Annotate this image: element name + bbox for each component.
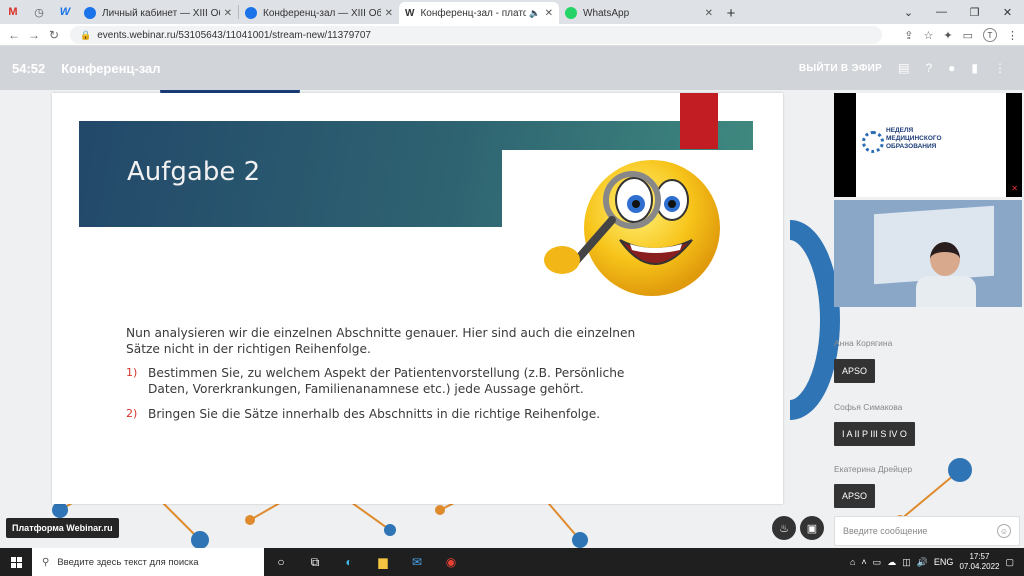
participant-badge: APSO bbox=[834, 359, 876, 383]
cortana-icon[interactable]: ○ bbox=[264, 548, 298, 576]
pinned-tab-gmail[interactable]: M bbox=[0, 0, 26, 24]
profile-avatar[interactable]: T bbox=[983, 28, 997, 42]
mic-muted-icon: ✕ bbox=[1011, 184, 1018, 193]
window-controls: ⌄ — ❐ ✕ bbox=[892, 0, 1024, 24]
more-icon[interactable]: ⋮ bbox=[994, 61, 1006, 75]
tab-search-icon[interactable]: ⌄ bbox=[892, 0, 925, 24]
participant-badge: APSO bbox=[834, 484, 876, 508]
slide-intro: Nun analysieren wir die einzelnen Abschn… bbox=[126, 326, 636, 356]
participant-name: Анна Корягина bbox=[834, 338, 893, 348]
participant-name: Екатерина Дрейцер bbox=[834, 464, 913, 474]
chevron-up-icon[interactable]: ˄ bbox=[861, 557, 866, 567]
flame-icon[interactable]: ♨ bbox=[772, 516, 796, 540]
file-explorer-icon[interactable]: ▆ bbox=[366, 548, 400, 576]
video-tile-speaker[interactable] bbox=[834, 200, 1022, 307]
tab-conference-room-active[interactable]: W Конференц-зал - платформ 🔈 ✕ bbox=[399, 2, 559, 24]
platform-label[interactable]: Платформа Webinar.ru bbox=[6, 518, 119, 538]
screen-share-icon[interactable]: ▣ bbox=[800, 516, 824, 540]
tab-whatsapp[interactable]: WhatsApp ✕ bbox=[559, 2, 719, 24]
question-icon[interactable]: ? bbox=[925, 61, 932, 75]
people-icon[interactable]: ⌂ bbox=[850, 557, 855, 567]
start-button[interactable] bbox=[0, 548, 32, 576]
maximize-button[interactable]: ❐ bbox=[958, 0, 991, 24]
web-icon: W bbox=[59, 6, 71, 18]
chat-icon[interactable]: ▤ bbox=[898, 61, 909, 75]
globe-icon bbox=[245, 7, 257, 19]
taskbar-search-input[interactable]: ⚲ Введите здесь текст для поиска bbox=[32, 548, 264, 576]
battery-icon[interactable]: ▭ bbox=[873, 557, 882, 568]
chat-message-input[interactable]: Введите сообщение ☺ bbox=[834, 516, 1020, 546]
network-icon[interactable]: ◫ bbox=[902, 557, 911, 568]
language-indicator[interactable]: ENG bbox=[934, 557, 954, 567]
cloud-icon[interactable]: ☁ bbox=[887, 557, 896, 568]
close-icon[interactable]: ✕ bbox=[385, 8, 393, 19]
mail-icon[interactable]: ✉ bbox=[400, 548, 434, 576]
star-icon[interactable]: ☆ bbox=[924, 29, 934, 42]
whatsapp-icon bbox=[565, 7, 577, 19]
speaker-avatar bbox=[916, 242, 976, 307]
reload-button[interactable]: ↻ bbox=[44, 28, 64, 42]
chrome-icon[interactable]: ◉ bbox=[434, 548, 468, 576]
minimize-button[interactable]: — bbox=[925, 0, 958, 24]
globe-icon bbox=[84, 7, 96, 19]
volume-icon[interactable]: 🔊 bbox=[917, 557, 928, 568]
edge-icon[interactable]: ◐ bbox=[332, 548, 366, 576]
address-bar: ← → ↻ 🔒 events.webinar.ru/53105643/11041… bbox=[0, 24, 1024, 46]
webinar-header: 54:52 Конференц-зал ВЫЙТИ В ЭФИР ▤ ? ● ▮… bbox=[0, 46, 1024, 90]
close-icon[interactable]: ✕ bbox=[545, 8, 553, 19]
pinned-tab-history[interactable]: ◷ bbox=[26, 0, 52, 24]
tab-personal-cabinet[interactable]: Личный кабинет — XIII Общеро ✕ bbox=[78, 2, 238, 24]
windows-logo-icon bbox=[10, 556, 22, 568]
windows-taskbar: ⚲ Введите здесь текст для поиска ○ ⧉ ◐ ▆… bbox=[0, 548, 1024, 576]
task-list: 1) Bestimmen Sie, zu welchem Aspekt der … bbox=[126, 365, 646, 422]
notification-icon[interactable]: ▢ bbox=[1005, 557, 1014, 568]
file-icon[interactable]: ▮ bbox=[971, 61, 978, 75]
url-input[interactable]: 🔒 events.webinar.ru/53105643/11041001/st… bbox=[70, 26, 882, 44]
history-icon: ◷ bbox=[34, 6, 44, 19]
extensions-icon[interactable]: ✦ bbox=[943, 29, 952, 42]
list-item: 2) Bringen Sie die Sätze innerhalb des A… bbox=[126, 407, 601, 421]
webinar-w-icon: W bbox=[405, 7, 415, 19]
participant-name: Софья Симакова bbox=[834, 402, 903, 412]
clock[interactable]: 17:57 07.04.2022 bbox=[959, 552, 999, 572]
emoji-icon[interactable]: ☺ bbox=[997, 524, 1011, 538]
participant-badge: I A II P III S IV O bbox=[834, 422, 915, 446]
video-tile-poster[interactable]: НЕДЕЛЯ МЕДИЦИНСКОГО ОБРАЗОВАНИЯ ✕ bbox=[834, 93, 1022, 197]
close-icon[interactable]: ✕ bbox=[224, 8, 232, 19]
close-icon[interactable]: ✕ bbox=[705, 8, 713, 19]
slide-body: Nun analysieren wir die einzelnen Abschn… bbox=[126, 325, 646, 431]
slide-title: Aufgabe 2 bbox=[127, 157, 261, 187]
list-item: 1) Bestimmen Sie, zu welchem Aspekt der … bbox=[126, 366, 625, 396]
browser-tabstrip: M ◷ W Личный кабинет — XIII Общеро ✕ Кон… bbox=[0, 0, 1024, 24]
back-button[interactable]: ← bbox=[4, 28, 24, 42]
participants-icon[interactable]: ● bbox=[948, 61, 955, 75]
go-live-button[interactable]: ВЫЙТИ В ЭФИР bbox=[799, 63, 882, 74]
sidepanel-icon[interactable]: ▭ bbox=[963, 29, 973, 42]
gmail-icon: M bbox=[8, 6, 18, 18]
session-timer: 54:52 bbox=[12, 60, 46, 76]
presentation-slide: Aufgabe 2 Nun analysieren wir die einzel… bbox=[52, 93, 783, 504]
magnifier-smiley-icon bbox=[544, 160, 720, 296]
pinned-tab-web[interactable]: W bbox=[52, 0, 78, 24]
close-window-button[interactable]: ✕ bbox=[991, 0, 1024, 24]
speaker-icon[interactable]: 🔈 bbox=[529, 8, 540, 19]
forward-button[interactable]: → bbox=[24, 28, 44, 42]
menu-icon[interactable]: ⋮ bbox=[1007, 29, 1018, 42]
search-icon: ⚲ bbox=[42, 556, 50, 568]
tab-conference-room[interactable]: Конференц-зал — XIII Общеро ✕ bbox=[239, 2, 399, 24]
share-icon[interactable]: ⇪ bbox=[904, 29, 913, 42]
lock-icon[interactable]: 🔒 bbox=[80, 30, 91, 41]
new-tab-button[interactable]: + bbox=[719, 2, 743, 24]
logo-circle-icon bbox=[862, 131, 884, 153]
task-view-icon[interactable]: ⧉ bbox=[298, 548, 332, 576]
room-title: Конференц-зал bbox=[61, 60, 161, 76]
slide-accent-bar bbox=[680, 93, 718, 149]
system-tray: ⌂ ˄ ▭ ☁ ◫ 🔊 ENG 17:57 07.04.2022 ▢ bbox=[850, 548, 1024, 576]
